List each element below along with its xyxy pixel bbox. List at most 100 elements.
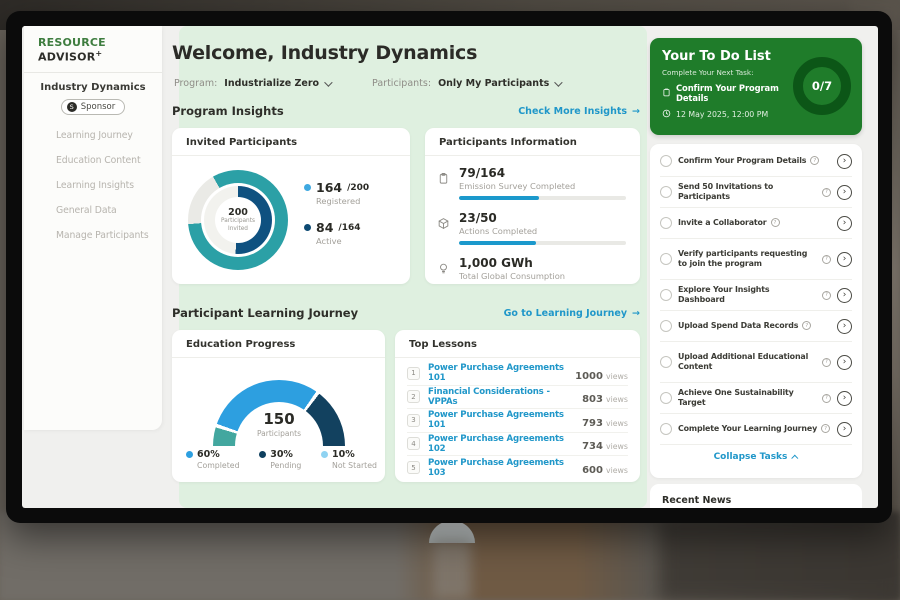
task-open-button[interactable]: › [837,355,852,370]
stat-emission-survey: 79/164 Emission Survey Completed [437,166,626,200]
invited-donut-chart: 200 Participants Invited [188,170,288,270]
logo-text-primary: RESOURCE [38,36,106,49]
logo-text-secondary: ADVISOR [38,51,95,64]
sidebar: RESOURCE ADVISOR+ Industry Dynamics S Sp… [24,26,162,430]
info-icon[interactable]: ? [822,188,831,197]
monitor-stand-column [433,540,471,600]
legend-dot [186,451,193,458]
task-open-button[interactable]: › [837,216,852,231]
progress-track [459,241,626,245]
org-name: Industry Dynamics [24,82,162,93]
card-title: Participants Information [425,128,640,156]
lesson-row: 3 Power Purchase Agreements 101 793views [407,409,628,433]
sidebar-item-education-content[interactable]: Education Content [24,148,162,173]
learning-journey-header: Participant Learning Journey Go to Learn… [172,306,640,320]
info-icon[interactable]: ? [821,424,830,433]
task-row: Confirm Your Program Details? › [660,146,852,177]
task-open-button[interactable]: › [837,252,852,267]
progress-fill [459,196,539,200]
task-checkbox[interactable] [660,289,672,301]
sidebar-item-general-data[interactable]: General Data [24,198,162,223]
program-filter-dropdown[interactable]: Industrialize Zero [224,78,330,89]
arrow-right-icon: → [632,106,640,117]
lesson-link[interactable]: Financial Considerations - VPPAs [428,387,574,407]
lesson-link[interactable]: Power Purchase Agreements 101 [428,363,567,383]
task-checkbox[interactable] [660,186,672,198]
lesson-row: 5 Power Purchase Agreements 103 600views [407,456,628,480]
task-open-button[interactable]: › [837,185,852,200]
todo-hero-card: Your To Do List Complete Your Next Task:… [650,38,862,135]
filter-bar: Program: Industrialize Zero Participants… [174,78,560,89]
todo-next-task: Confirm Your Program Details [662,83,802,103]
task-open-button[interactable]: › [837,319,852,334]
program-insights-header: Program Insights Check More Insights → [172,104,640,118]
check-more-insights-link[interactable]: Check More Insights → [518,106,640,117]
task-checkbox[interactable] [660,253,672,265]
sidebar-item-manage-participants[interactable]: Manage Participants [24,223,162,248]
lesson-row: 2 Financial Considerations - VPPAs 803vi… [407,386,628,410]
sponsor-badge[interactable]: S Sponsor [61,99,126,115]
collapse-tasks-link[interactable]: Collapse Tasks [660,445,852,469]
photo-backdrop: RESOURCE ADVISOR+ Industry Dynamics S Sp… [0,0,900,600]
sponsor-label: Sponsor [81,102,116,112]
task-open-button[interactable]: › [837,288,852,303]
go-to-learning-journey-link[interactable]: Go to Learning Journey → [504,308,640,319]
chevron-down-icon [554,78,562,86]
task-row: Explore Your Insights Dashboard? › [660,280,852,311]
task-checkbox[interactable] [660,423,672,435]
legend-dot [304,224,311,231]
task-row: Verify participants requesting to join t… [660,239,852,280]
tasks-card: Confirm Your Program Details? › Send 50 … [650,144,862,478]
clipboard-icon [662,88,671,99]
task-row: Upload Spend Data Records? › [660,311,852,342]
sidebar-item-learning-insights[interactable]: Learning Insights [24,173,162,198]
info-icon[interactable]: ? [822,394,831,403]
gauge-legend: 60% Completed 30% Pending 10% Not Starte… [186,449,377,470]
info-icon[interactable]: ? [822,255,831,264]
task-open-button[interactable]: › [837,154,852,169]
lesson-link[interactable]: Power Purchase Agreements 103 [428,458,574,478]
info-icon[interactable]: ? [771,218,780,227]
lightbulb-icon [437,256,451,284]
sidebar-item-learning-journey[interactable]: Learning Journey [24,123,162,148]
participants-filter-dropdown[interactable]: Only My Participants [438,78,560,89]
stats-list: 79/164 Emission Survey Completed 23/50 A… [425,156,640,284]
task-row: Achieve One Sustainability Target? › [660,383,852,414]
chevron-up-icon [792,454,799,461]
legend-item-not-started: 10% Not Started [321,449,377,470]
legend-item-completed: 60% Completed [186,449,240,470]
stat-actions-completed: 23/50 Actions Completed [437,211,626,245]
task-checkbox[interactable] [660,155,672,167]
rank-badge: 4 [407,437,420,450]
logo-plus: + [95,49,102,58]
page-title: Welcome, Industry Dynamics [172,42,477,64]
info-icon[interactable]: ? [810,156,819,165]
legend-dot [259,451,266,458]
task-open-button[interactable]: › [837,391,852,406]
legend-dot [304,184,311,191]
participants-filter-label: Participants: [372,78,431,89]
task-checkbox[interactable] [660,356,672,368]
task-open-button[interactable]: › [837,422,852,437]
legend-item-registered: 164/200 Registered [304,180,369,206]
info-icon[interactable]: ? [822,291,831,300]
task-checkbox[interactable] [660,320,672,332]
sponsor-icon: S [67,102,77,112]
todo-panel: Your To Do List Complete Your Next Task:… [650,26,862,508]
section-title: Program Insights [172,104,284,118]
lessons-list: 1 Power Purchase Agreements 101 1000view… [395,358,640,480]
donut-legend: 164/200 Registered 84/164 Active [304,180,369,260]
info-icon[interactable]: ? [802,321,811,330]
lesson-link[interactable]: Power Purchase Agreements 102 [428,434,574,454]
education-progress-card: Education Progress 150 Participants 60% … [172,330,385,482]
section-title: Participant Learning Journey [172,306,358,320]
top-lessons-card: Top Lessons 1 Power Purchase Agreements … [395,330,640,482]
legend-item-pending: 30% Pending [259,449,301,470]
lesson-link[interactable]: Power Purchase Agreements 101 [428,410,574,430]
info-icon[interactable]: ? [822,358,831,367]
invited-participants-card: Invited Participants 200 Participants In… [172,128,410,284]
main-content: Welcome, Industry Dynamics Program: Indu… [172,26,640,508]
task-checkbox[interactable] [660,392,672,404]
task-row: Send 50 Invitations to Participants? › [660,177,852,208]
task-checkbox[interactable] [660,217,672,229]
